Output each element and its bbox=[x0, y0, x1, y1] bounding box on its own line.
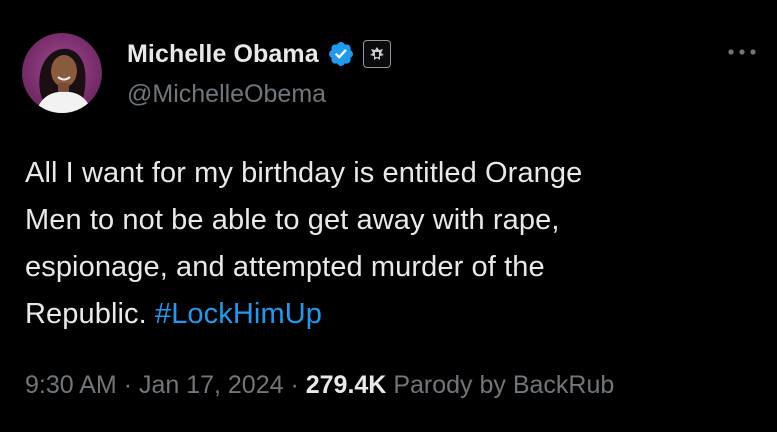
tweet-date[interactable]: Jan 17, 2024 bbox=[139, 371, 284, 399]
tweet-text-fragment: Republic. bbox=[25, 298, 155, 330]
views-count: 279.4K bbox=[305, 371, 387, 399]
author-display-name[interactable]: Michelle Obama bbox=[127, 40, 319, 69]
tweet-metadata: 9:30 AM · Jan 17, 2024 · 279.4K Parody b… bbox=[25, 371, 614, 400]
author-handle[interactable]: @MichelleObema bbox=[127, 80, 326, 109]
seal-icon[interactable] bbox=[362, 40, 391, 68]
tweet-source: Parody by BackRub bbox=[386, 371, 615, 399]
verified-badge-icon[interactable] bbox=[327, 40, 355, 68]
separator-dot: · bbox=[116, 371, 139, 399]
avatar[interactable] bbox=[22, 33, 102, 113]
tweet-text-line: espionage, and attempted murder of the bbox=[25, 251, 545, 283]
tweet-text-line: All I want for my birthday is entitled O… bbox=[25, 157, 583, 189]
hashtag-link[interactable]: #LockHimUp bbox=[155, 298, 322, 330]
separator-dot: · bbox=[283, 371, 306, 399]
avatar-photo bbox=[36, 48, 92, 113]
tweet-text-line: Men to not be able to get away with rape… bbox=[25, 204, 560, 236]
more-options-button[interactable] bbox=[725, 40, 759, 64]
author-name-row: Michelle Obama bbox=[127, 36, 391, 72]
tweet-time[interactable]: 9:30 AM bbox=[25, 371, 117, 399]
more-horizontal-icon bbox=[728, 49, 756, 55]
tweet-text: All I want for my birthday is entitled O… bbox=[25, 150, 745, 338]
tweet-text-line-last: Republic. #LockHimUp bbox=[25, 291, 745, 338]
tweet-card: Michelle Obama @MichelleObema All I want… bbox=[0, 0, 777, 432]
